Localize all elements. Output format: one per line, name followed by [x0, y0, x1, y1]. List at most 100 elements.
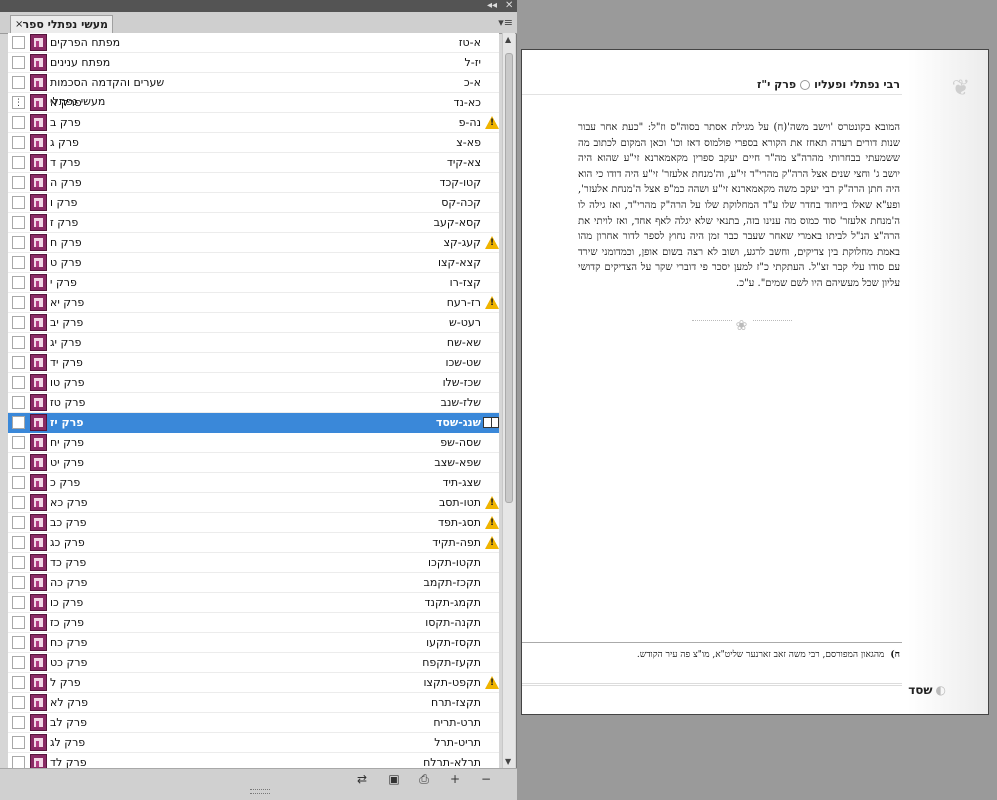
page-range: קכה-קס [441, 196, 481, 209]
indesign-document-icon [30, 654, 47, 671]
document-row[interactable]: פרק ח קעג-קצ [8, 233, 499, 253]
row-checkbox[interactable] [12, 336, 25, 349]
document-row[interactable]: פרק ב נה-פ [8, 113, 499, 133]
row-checkbox[interactable] [12, 196, 25, 209]
list-scrollbar[interactable]: ▲ ▼ [502, 33, 515, 768]
row-checkbox[interactable] [12, 376, 25, 389]
row-checkbox[interactable] [12, 156, 25, 169]
scroll-up-icon[interactable]: ▲ [505, 35, 511, 44]
running-header: רבי נפתלי ופעליו פרק י"ז [757, 78, 900, 91]
document-row[interactable]: פרק כז תקנה-תקסו [8, 613, 499, 633]
book-tab[interactable]: מעשי נפתלי ספר × [10, 15, 113, 34]
remove-document-icon[interactable]: − [478, 772, 494, 786]
document-row[interactable]: פרק ל תקפט-תקצו [8, 673, 499, 693]
document-row[interactable]: פרק יט שפא-שצב [8, 453, 499, 473]
resize-grip[interactable] [250, 789, 270, 794]
document-row[interactable]: פרק ה קטו-קכד [8, 173, 499, 193]
document-row[interactable]: מפתח הפרקים א-טז [8, 33, 499, 53]
row-checkbox[interactable] [12, 756, 25, 768]
document-row[interactable]: פרק כ שצג-תיד [8, 473, 499, 493]
save-icon[interactable]: ▣ [386, 772, 402, 786]
document-row[interactable]: פרק לב תרט-תריח [8, 713, 499, 733]
document-row[interactable]: פרק יח שסה-שפ [8, 433, 499, 453]
document-list: מפתח הפרקים א-טז מפתח ענינים יז-ל שערים והקד… [8, 33, 499, 768]
document-row[interactable]: פרק כה תקכז-תקמב [8, 573, 499, 593]
document-row[interactable]: פרק כו תקמג-תקנד [8, 593, 499, 613]
row-checkbox[interactable] [12, 636, 25, 649]
scrollbar-thumb[interactable] [505, 53, 513, 503]
scroll-down-icon[interactable]: ▼ [505, 757, 511, 766]
document-row[interactable]: פרק יב רעט-ש [8, 313, 499, 333]
document-name: פרק לב [50, 716, 87, 729]
row-checkbox[interactable] [12, 116, 25, 129]
document-row[interactable]: פרק טז שלז-שנב [8, 393, 499, 413]
document-row[interactable]: פרק יא רז-רעח [8, 293, 499, 313]
row-checkbox[interactable] [12, 716, 25, 729]
document-name: פרק יח [50, 436, 85, 449]
document-row[interactable]: פרק ו קכה-קס [8, 193, 499, 213]
document-row[interactable]: פרק כב תסג-תפד [8, 513, 499, 533]
row-checkbox[interactable] [12, 236, 25, 249]
row-checkbox[interactable] [12, 476, 25, 489]
row-checkbox[interactable] [12, 696, 25, 709]
warning-icon [485, 536, 499, 549]
row-checkbox[interactable] [12, 56, 25, 69]
print-icon[interactable]: ⎙ [416, 772, 432, 787]
row-checkbox[interactable] [12, 256, 25, 269]
row-checkbox[interactable] [12, 736, 25, 749]
row-checkbox[interactable] [12, 296, 25, 309]
row-checkbox[interactable] [12, 176, 25, 189]
row-checkbox[interactable] [12, 36, 25, 49]
document-row[interactable]: פרק לג תריט-תרל [8, 733, 499, 753]
document-row[interactable]: פרק יד שט-שכו [8, 353, 499, 373]
row-checkbox[interactable] [12, 316, 25, 329]
close-panel-icon[interactable]: ✕ [505, 0, 513, 12]
row-checkbox[interactable] [12, 596, 25, 609]
row-checkbox[interactable] [12, 436, 25, 449]
row-checkbox[interactable] [12, 616, 25, 629]
indesign-document-icon [30, 534, 47, 551]
document-row[interactable]: פרק ג פא-צ [8, 133, 499, 153]
document-row[interactable]: ⋮ פרק א כא-נד [8, 93, 499, 113]
document-row[interactable]: פרק טו שכז-שלו [8, 373, 499, 393]
row-checkbox[interactable] [12, 76, 25, 89]
collapse-icon[interactable]: ◂◂ [487, 0, 497, 12]
document-row[interactable]: שערים והקדמה הסכמות מעשי נפתלי א-כ [8, 73, 499, 108]
row-checkbox[interactable] [12, 496, 25, 509]
row-checkbox[interactable] [12, 276, 25, 289]
tab-close-icon[interactable]: × [15, 16, 23, 34]
row-checkbox[interactable] [12, 556, 25, 569]
document-row[interactable]: פרק לא תקצז-תרח [8, 693, 499, 713]
document-row[interactable]: פרק לד תרלא-תרלח [8, 753, 499, 768]
row-checkbox[interactable] [12, 516, 25, 529]
row-checkbox[interactable] [12, 456, 25, 469]
document-row[interactable]: פרק כג תפה-תקיד [8, 533, 499, 553]
panel-menu-icon[interactable]: ▾≡ [498, 16, 513, 29]
document-name: פרק יד [50, 356, 83, 369]
document-row[interactable]: פרק יג שא-שח [8, 333, 499, 353]
document-row[interactable]: מפתח ענינים יז-ל [8, 53, 499, 73]
row-checkbox[interactable] [12, 536, 25, 549]
document-row[interactable]: פרק יז שנג-שסד [8, 413, 499, 433]
row-checkbox[interactable] [12, 656, 25, 669]
row-checkbox[interactable] [12, 396, 25, 409]
row-checkbox[interactable] [12, 216, 25, 229]
document-row[interactable]: פרק ד צא-קיד [8, 153, 499, 173]
document-row[interactable]: פרק כח תקסז-תקעו [8, 633, 499, 653]
row-checkbox[interactable] [12, 576, 25, 589]
row-checkbox[interactable] [12, 356, 25, 369]
document-row[interactable]: פרק כד תקטו-תקכו [8, 553, 499, 573]
row-checkbox[interactable] [12, 416, 25, 429]
document-name: פרק כח [50, 636, 88, 649]
document-row[interactable]: פרק כא תטו-תסב [8, 493, 499, 513]
page-range: תקצז-תרח [431, 696, 481, 709]
add-document-icon[interactable]: + [447, 772, 463, 786]
document-row[interactable]: פרק ז קסא-קעב [8, 213, 499, 233]
document-row[interactable]: פרק ט קצא-קצו [8, 253, 499, 273]
document-row[interactable]: פרק כט תקעז-תקפח [8, 653, 499, 673]
row-checkbox[interactable] [12, 136, 25, 149]
document-row[interactable]: פרק י קצז-רו [8, 273, 499, 293]
synchronize-icon[interactable]: ⇄ [354, 772, 370, 786]
row-checkbox[interactable] [12, 676, 25, 689]
row-checkbox[interactable]: ⋮ [12, 96, 25, 109]
